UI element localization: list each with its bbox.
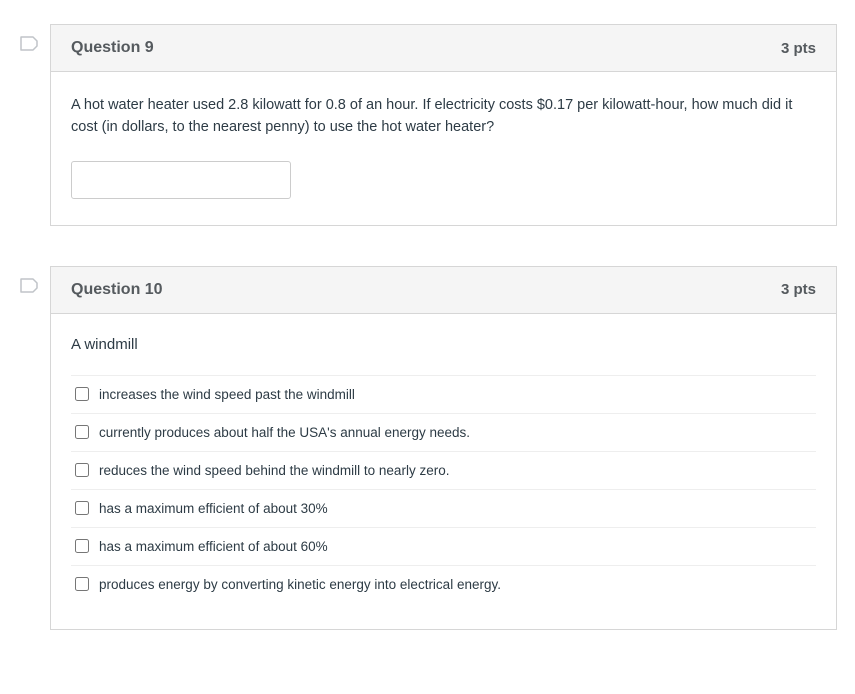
option-label: reduces the wind speed behind the windmi… <box>99 463 449 478</box>
option-label: produces energy by converting kinetic en… <box>99 577 501 592</box>
option-row[interactable]: reduces the wind speed behind the windmi… <box>71 452 816 490</box>
option-checkbox[interactable] <box>75 425 89 439</box>
question-title: Question 9 <box>71 39 154 57</box>
option-label: has a maximum efficient of about 60% <box>99 539 328 554</box>
option-checkbox[interactable] <box>75 501 89 515</box>
question-block: Question 9 3 pts A hot water heater used… <box>18 24 837 226</box>
option-row[interactable]: has a maximum efficient of about 30% <box>71 490 816 528</box>
question-card: Question 9 3 pts A hot water heater used… <box>50 24 837 226</box>
option-checkbox[interactable] <box>75 577 89 591</box>
option-label: increases the wind speed past the windmi… <box>99 387 355 402</box>
option-row[interactable]: produces energy by converting kinetic en… <box>71 566 816 603</box>
option-label: has a maximum efficient of about 30% <box>99 501 328 516</box>
option-row[interactable]: has a maximum efficient of about 60% <box>71 528 816 566</box>
question-card: Question 10 3 pts A windmill increases t… <box>50 266 837 630</box>
bookmark-icon[interactable] <box>18 266 50 300</box>
question-points: 3 pts <box>781 281 816 298</box>
question-prompt: A windmill <box>71 336 816 353</box>
answer-input[interactable] <box>71 161 291 199</box>
bookmark-icon[interactable] <box>18 24 50 58</box>
question-block: Question 10 3 pts A windmill increases t… <box>18 266 837 630</box>
bookmark-tag-icon <box>20 36 38 58</box>
options-list: increases the wind speed past the windmi… <box>71 375 816 603</box>
option-checkbox[interactable] <box>75 463 89 477</box>
question-points: 3 pts <box>781 40 816 57</box>
question-body: A hot water heater used 2.8 kilowatt for… <box>51 72 836 225</box>
question-header: Question 9 3 pts <box>51 25 836 72</box>
option-row[interactable]: currently produces about half the USA's … <box>71 414 816 452</box>
bookmark-tag-icon <box>20 278 38 300</box>
option-checkbox[interactable] <box>75 387 89 401</box>
option-label: currently produces about half the USA's … <box>99 425 470 440</box>
option-row[interactable]: increases the wind speed past the windmi… <box>71 376 816 414</box>
question-header: Question 10 3 pts <box>51 267 836 314</box>
question-body: A windmill increases the wind speed past… <box>51 314 836 629</box>
option-checkbox[interactable] <box>75 539 89 553</box>
question-text: A hot water heater used 2.8 kilowatt for… <box>71 94 816 139</box>
question-title: Question 10 <box>71 281 163 299</box>
